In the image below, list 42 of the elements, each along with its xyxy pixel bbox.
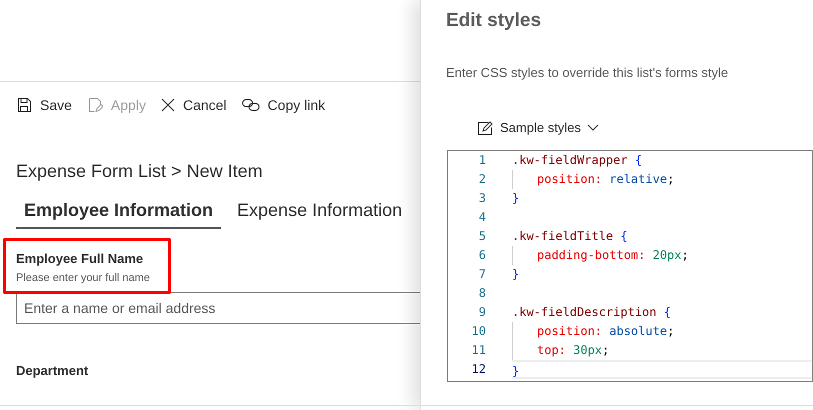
line-number: 2 bbox=[478, 171, 486, 188]
link-icon bbox=[242, 99, 260, 111]
save-icon bbox=[16, 97, 32, 113]
code-line: } bbox=[512, 266, 520, 282]
field-label: Employee Full Name bbox=[16, 250, 144, 268]
code-editor[interactable]: 1 .kw-fieldWrapper { 2 position: relative; 3 } 4 5 .kw-fieldTitle { 6 padding-bottom: 20px; 7 } 8 9 .kw-fieldDescription { 10 position: absolute; 11 top: 30px; 12 } bbox=[447, 150, 813, 382]
line-number: 3 bbox=[478, 190, 486, 207]
panel-description: Enter CSS styles to override this list's forms style bbox=[445, 64, 730, 82]
line-number: 10 bbox=[470, 323, 486, 340]
code-line: } bbox=[512, 360, 812, 378]
line-number: 4 bbox=[478, 209, 486, 226]
document-pencil-icon bbox=[86, 97, 103, 113]
sample-styles-button[interactable]: Sample styles bbox=[478, 118, 599, 138]
code-line: top: 30px; bbox=[512, 340, 812, 360]
close-icon bbox=[160, 98, 175, 112]
tab[interactable]: Expense Information bbox=[229, 193, 410, 229]
toolbar-button[interactable]: Copy link bbox=[242, 94, 326, 116]
line-number: 7 bbox=[478, 266, 486, 283]
line-number: 6 bbox=[478, 247, 486, 264]
edit-icon bbox=[478, 120, 494, 135]
code-line: } bbox=[512, 190, 520, 206]
tab[interactable]: Employee Information bbox=[16, 193, 222, 229]
line-number: 1 bbox=[478, 152, 486, 169]
line-number: 12 bbox=[470, 361, 486, 378]
code-line: position: absolute; bbox=[512, 322, 812, 340]
code-line: .kw-fieldWrapper { bbox=[512, 152, 644, 168]
field-description: Please enter your full name bbox=[16, 271, 151, 286]
code-line: position: relative; bbox=[512, 170, 812, 188]
field-label: Department bbox=[16, 362, 90, 380]
code-line: .kw-fieldDescription { bbox=[512, 304, 672, 320]
line-number: 9 bbox=[478, 304, 486, 321]
line-number: 8 bbox=[478, 285, 486, 302]
people-picker-field[interactable]: Enter a name or email address bbox=[16, 292, 420, 324]
breadcrumb: Expense Form List > New Item bbox=[15, 160, 264, 183]
toolbar-button[interactable]: Save bbox=[16, 94, 72, 116]
line-number: 5 bbox=[478, 228, 486, 245]
code-line: padding-bottom: 20px; bbox=[512, 246, 812, 264]
panel-title: Edit styles bbox=[445, 9, 542, 33]
chevron-down-icon bbox=[586, 124, 599, 132]
code-line: .kw-fieldTitle { bbox=[512, 228, 629, 244]
line-number: 11 bbox=[470, 342, 486, 359]
toolbar-button[interactable]: Cancel bbox=[160, 94, 227, 116]
